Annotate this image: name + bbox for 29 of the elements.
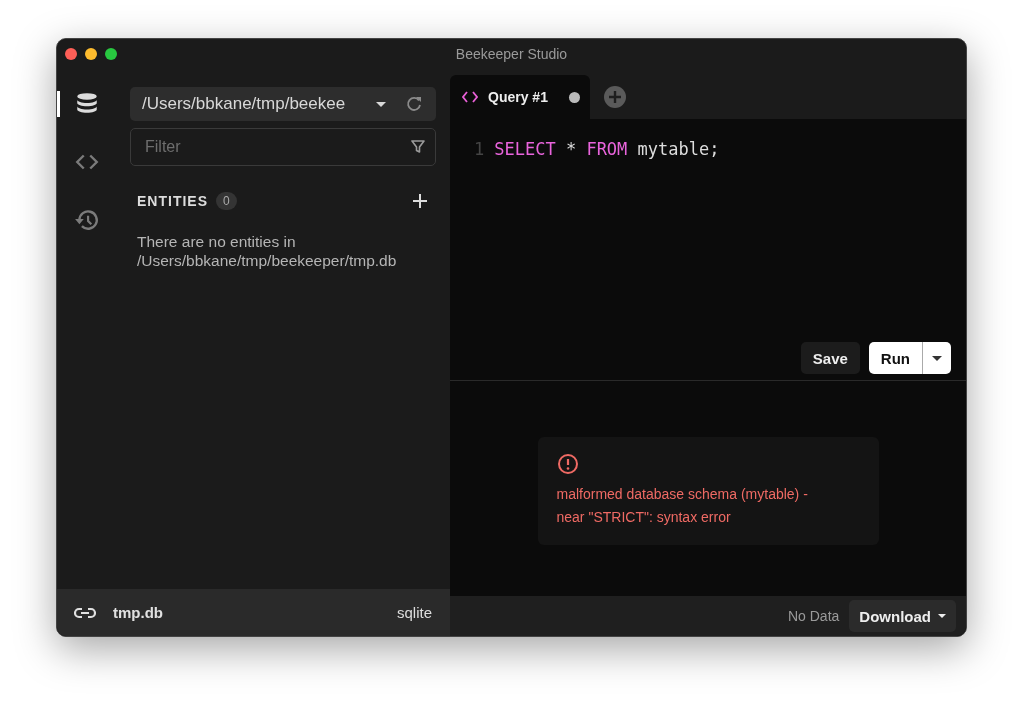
section-heading: ENTITIES [137,193,208,209]
close-button[interactable] [65,48,77,60]
line-number: 1 [474,139,485,159]
filter-icon [411,140,425,154]
download-button[interactable]: Download [849,600,956,632]
minimize-button[interactable] [85,48,97,60]
code-line: SELECT * FROM mytable; [494,139,720,159]
query-tab[interactable]: Query #1 [450,75,590,119]
window-title: Beekeeper Studio [455,46,568,62]
refresh-icon [406,96,422,112]
caret-icon [932,355,942,361]
connection-name: tmp.db [113,604,163,621]
connection-type: sqlite [396,604,432,621]
filter-field[interactable]: Filter [130,128,436,166]
caret-icon [938,614,946,618]
code-icon [462,90,478,104]
unsaved-dot [569,91,580,103]
add-tab-icon[interactable] [604,86,626,108]
connection-select[interactable]: /Users/bbkane/tmp/beekee [130,87,436,121]
save-button[interactable]: Save [800,342,860,374]
zoom-button[interactable] [105,48,117,60]
add-icon[interactable] [412,193,428,209]
error-message: malformed database schema (mytable) - near "STRICT": syntax error [556,485,809,527]
status-text: No Data [787,608,840,624]
empty-message: There are no entities in /Users/bbkane/tmp/beekeeper/tmp.db [137,232,398,270]
history-icon [73,207,100,233]
error-icon [556,453,579,475]
caret-icon [376,101,386,107]
count-badge: 0 [216,192,237,210]
